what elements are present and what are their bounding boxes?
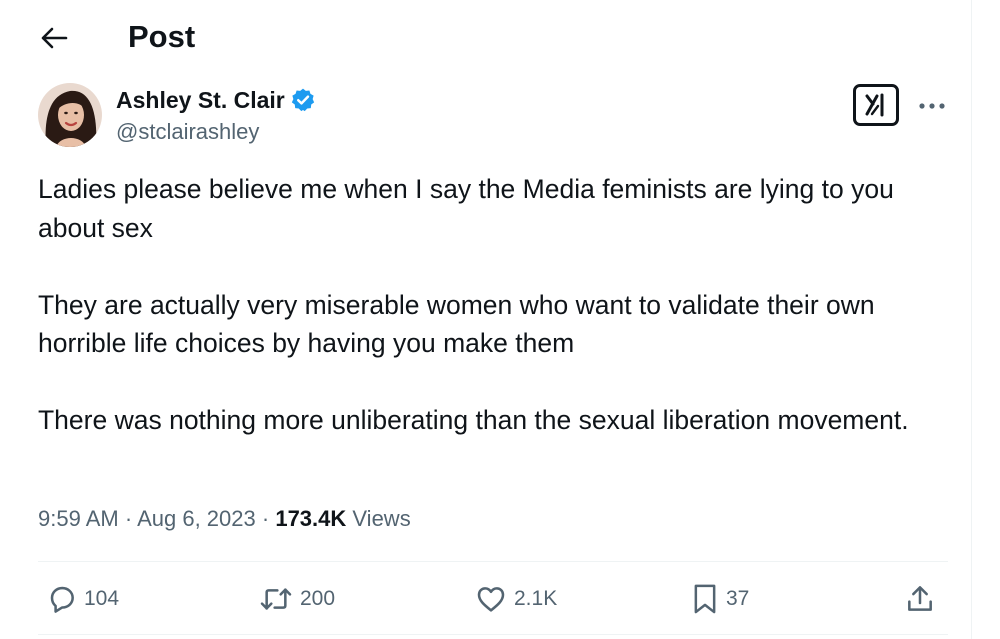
meta-separator: · <box>261 506 270 531</box>
more-options-button[interactable] <box>915 92 949 120</box>
back-button[interactable] <box>36 20 72 56</box>
heart-icon <box>477 587 505 612</box>
views-count: 173.4K <box>275 506 347 531</box>
author-display-name[interactable]: Ashley St. Clair <box>116 86 285 114</box>
arrow-left-icon <box>41 27 68 49</box>
grok-icon <box>865 93 884 117</box>
like-button[interactable]: 2.1K <box>474 582 557 616</box>
post-meta: 9:59 AM · Aug 6, 2023 · 173.4K Views <box>38 503 411 535</box>
share-button[interactable] <box>904 582 936 616</box>
repost-icon <box>260 588 292 610</box>
post-text: Ladies please believe me when I say the … <box>38 170 948 478</box>
repost-count: 200 <box>300 587 336 610</box>
verified-badge-icon <box>291 88 314 112</box>
post-date[interactable]: Aug 6, 2023 <box>137 506 256 531</box>
like-count: 2.1K <box>514 587 558 610</box>
reply-button[interactable]: 104 <box>46 582 119 616</box>
post-header: Post <box>0 0 970 78</box>
action-bar: 104 200 2.1K 37 <box>38 562 948 634</box>
share-icon <box>908 586 932 611</box>
author-handle[interactable]: @stclairashley <box>116 118 259 146</box>
reply-icon <box>50 586 74 613</box>
meta-separator: · <box>124 506 133 531</box>
more-dots-icon <box>919 103 945 109</box>
bookmark-button[interactable]: 37 <box>690 582 749 616</box>
post-paragraph: Ladies please believe me when I say the … <box>38 174 894 243</box>
avatar[interactable] <box>38 83 102 147</box>
repost-button[interactable]: 200 <box>258 582 335 616</box>
post-paragraph: There was nothing more unliberating than… <box>38 405 909 435</box>
bookmark-icon <box>694 584 716 614</box>
views-label: Views <box>352 506 411 531</box>
author-name-row: Ashley St. Clair <box>116 85 316 115</box>
reply-count: 104 <box>84 587 120 610</box>
grok-button[interactable] <box>853 84 899 126</box>
post-time[interactable]: 9:59 AM <box>38 506 119 531</box>
bookmark-count: 37 <box>726 587 750 610</box>
page-title: Post <box>128 19 196 54</box>
profile-photo <box>38 83 102 147</box>
column-border <box>971 0 972 639</box>
divider <box>38 634 948 635</box>
post-paragraph: They are actually very miserable women w… <box>38 289 875 359</box>
